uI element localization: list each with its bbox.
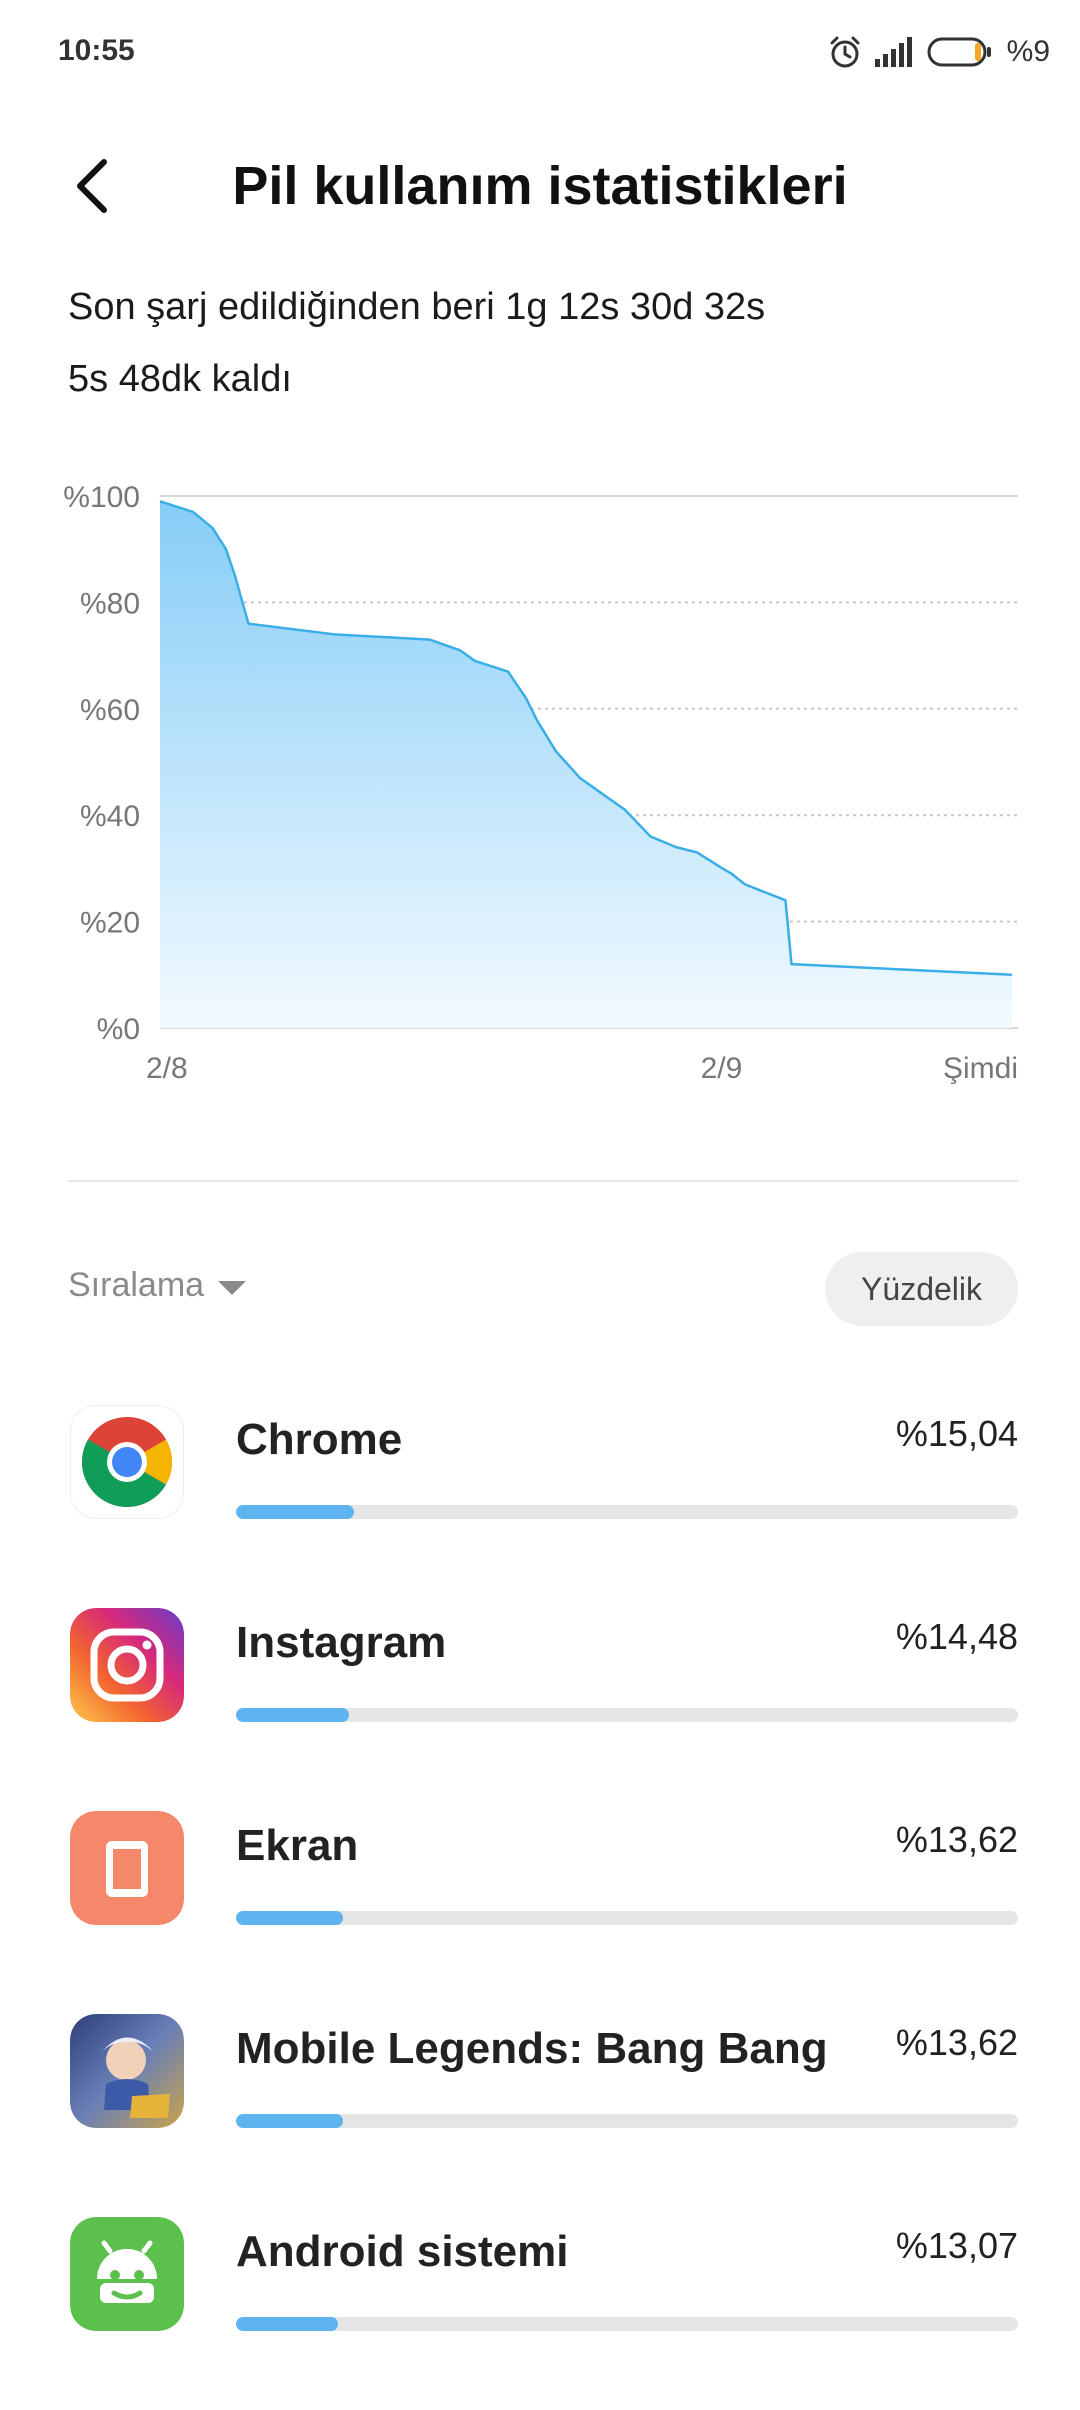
chrome-icon <box>70 1405 184 1519</box>
battery-percent: %9 <box>1006 35 1050 68</box>
app-percent: %15,04 <box>895 1413 1018 1454</box>
y-tick-label: %80 <box>80 587 140 620</box>
app-row-mobile-legends[interactable]: Mobile Legends: Bang Bang %13,62 <box>0 2004 1080 2207</box>
dropdown-arrow-icon <box>218 1280 247 1295</box>
y-tick-label: %40 <box>80 800 140 833</box>
app-row-instagram[interactable]: Instagram %14,48 <box>0 1598 1080 1801</box>
usage-bar <box>236 1505 1018 1519</box>
app-usage-list: Chrome %15,04 Instagram %14,48 Ekran %13… <box>0 1395 1080 2410</box>
percentage-mode-button[interactable]: Yüzdelik <box>825 1252 1018 1326</box>
sort-dropdown[interactable]: Sıralama <box>68 1266 247 1305</box>
usage-bar <box>236 2317 1018 2331</box>
app-percent: %13,62 <box>895 1819 1018 1860</box>
usage-bar-fill <box>236 1911 343 1925</box>
sort-label: Sıralama <box>68 1266 205 1304</box>
app-percent: %14,48 <box>895 1616 1018 1657</box>
app-row-chrome[interactable]: Chrome %15,04 <box>0 1395 1080 1598</box>
mobile-legends-icon <box>70 2014 184 2128</box>
y-tick-label: %0 <box>97 1013 140 1046</box>
since-charge-text: Son şarj edildiğinden beri 1g 12s 30d 32… <box>68 286 766 328</box>
back-button[interactable] <box>60 150 124 222</box>
battery-area <box>160 501 1012 1028</box>
app-name: Chrome <box>236 1415 403 1464</box>
app-percent: %13,62 <box>895 2022 1018 2063</box>
usage-bar-fill <box>236 2317 339 2331</box>
app-name: Android sistemi <box>236 2227 569 2276</box>
screen-icon <box>70 1811 184 1925</box>
app-name: Ekran <box>236 1821 359 1870</box>
divider <box>68 1180 1018 1182</box>
status-icons: %9 <box>827 30 1050 74</box>
battery-icon <box>927 37 991 67</box>
battery-chart: %100 %80 %60 %40 %20 %0 2/8 2/9 Şimdi <box>0 460 1080 1100</box>
x-tick-label: Şimdi <box>943 1052 1018 1085</box>
app-name: Instagram <box>236 1618 447 1667</box>
android-icon <box>70 2217 184 2331</box>
usage-bar-fill <box>236 1505 354 1519</box>
battery-chart-svg: %100 %80 %60 %40 %20 %02/8 2/9 Şimdi <box>63 481 1018 1085</box>
usage-bar-fill <box>236 2114 343 2128</box>
app-row-ekran[interactable]: Ekran %13,62 <box>0 1801 1080 2004</box>
remaining-time-text: 5s 48dk kaldı <box>68 358 292 400</box>
alarm-icon <box>830 36 860 68</box>
app-name: Mobile Legends: Bang Bang <box>236 2024 828 2073</box>
back-arrow-icon <box>77 159 107 213</box>
y-tick-label: %60 <box>80 694 140 727</box>
status-time: 10:55 <box>58 34 135 67</box>
instagram-icon <box>70 1608 184 1722</box>
page-title: Pil kullanım istatistikleri <box>232 156 848 216</box>
usage-bar <box>236 1708 1018 1722</box>
app-row-android-system[interactable]: Android sistemi %13,07 <box>0 2207 1080 2410</box>
app-percent: %13,07 <box>895 2225 1018 2266</box>
usage-bar <box>236 2114 1018 2128</box>
y-tick-label: %100 <box>63 481 140 514</box>
usage-bar-fill <box>236 1708 350 1722</box>
y-tick-label: %20 <box>80 907 140 940</box>
x-tick-label: 2/9 <box>701 1052 743 1085</box>
usage-bar <box>236 1911 1018 1925</box>
x-tick-label: 2/8 <box>146 1052 188 1085</box>
status-bar: 10:55 %9 <box>0 0 1080 100</box>
signal-icon <box>874 37 912 67</box>
